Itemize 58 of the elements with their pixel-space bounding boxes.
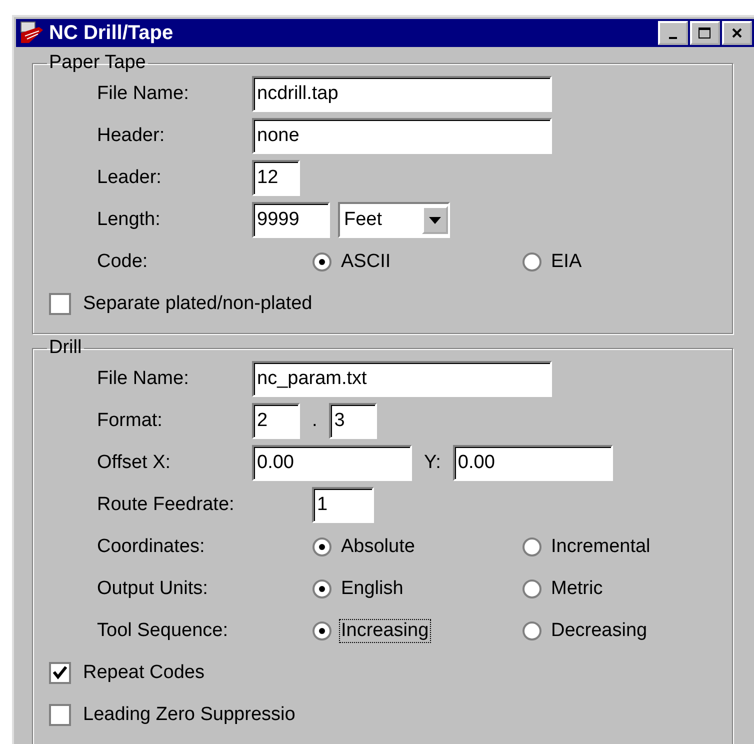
field-label: File Name: [97, 368, 190, 390]
radio-button[interactable] [312, 537, 332, 557]
input-field[interactable]: 0.00 [452, 445, 613, 481]
close-icon [731, 27, 743, 39]
radio-label[interactable]: Incremental [550, 536, 652, 558]
maximize-icon [698, 27, 712, 39]
window-title: NC Drill/Tape [49, 22, 174, 44]
radio-button[interactable] [522, 621, 542, 641]
input-field[interactable]: none [252, 118, 552, 154]
radio-label[interactable]: Increasing [340, 620, 430, 642]
field-label: File Name: [97, 83, 190, 105]
checkbox[interactable] [49, 662, 71, 684]
unit-dropdown[interactable]: Feet [338, 202, 450, 238]
checkbox-label[interactable]: Repeat Codes [83, 662, 204, 684]
input-field[interactable]: 9999 [252, 202, 330, 238]
group-title: Paper Tape [48, 53, 147, 73]
dropdown-arrow-icon [429, 216, 441, 224]
radio-button[interactable] [522, 579, 542, 599]
radio-button[interactable] [312, 252, 332, 272]
radio-label[interactable]: English [340, 578, 404, 600]
radio-label[interactable]: Decreasing [550, 620, 648, 642]
input-field[interactable]: ncdrill.tap [252, 76, 552, 112]
minimize-button[interactable] [658, 21, 688, 45]
radio-button[interactable] [312, 579, 332, 599]
radio-label[interactable]: ASCII [340, 251, 392, 273]
maximize-button[interactable] [690, 21, 720, 45]
input-field[interactable]: 12 [252, 160, 300, 196]
field-label: Code: [97, 251, 149, 273]
checkbox-label[interactable]: Separate plated/non-plated [83, 293, 312, 315]
field-label: Offset X: [97, 452, 172, 474]
group-title: Drill [48, 338, 83, 358]
field-label: Tool Sequence: [97, 620, 229, 642]
input-field[interactable]: 0.00 [252, 445, 412, 481]
checkbox[interactable] [49, 293, 71, 315]
input-field[interactable]: nc_param.txt [252, 361, 552, 397]
field-label: . [312, 410, 318, 432]
field-label: Coordinates: [97, 536, 206, 558]
field-label: Leader: [97, 167, 162, 189]
field-label: Header: [97, 125, 166, 147]
field-label: Output Units: [97, 578, 209, 600]
app-icon [19, 21, 45, 45]
input-field[interactable]: 2 [252, 403, 300, 439]
field-label: Format: [97, 410, 164, 432]
radio-label[interactable]: Absolute [340, 536, 416, 558]
checkbox-label[interactable]: Leading Zero Suppressio [83, 704, 296, 726]
radio-label[interactable]: Metric [550, 578, 604, 600]
field-label: Length: [97, 209, 162, 231]
checkbox[interactable] [49, 704, 71, 726]
close-button[interactable] [722, 21, 752, 45]
radio-button[interactable] [522, 537, 542, 557]
radio-button[interactable] [312, 621, 332, 641]
field-label: Y: [424, 452, 441, 474]
radio-label[interactable]: EIA [550, 251, 583, 273]
input-field[interactable]: 3 [329, 403, 378, 439]
minimize-icon [669, 37, 677, 39]
input-field[interactable]: 1 [312, 487, 374, 523]
radio-button[interactable] [522, 252, 542, 272]
field-label: Route Feedrate: [97, 494, 236, 516]
